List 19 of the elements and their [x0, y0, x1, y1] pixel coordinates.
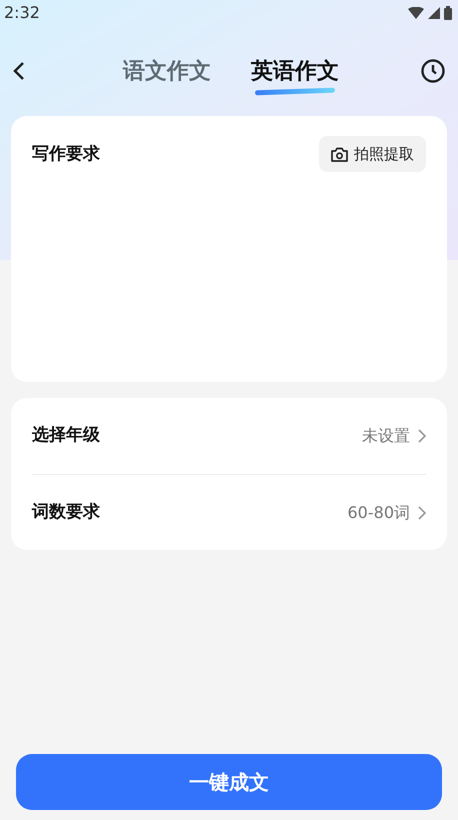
row-label: 词数要求 — [32, 500, 100, 524]
generate-button[interactable]: 一键成文 — [16, 754, 442, 810]
tab[interactable]: 英语作文 — [251, 44, 339, 98]
row-label: 选择年级 — [32, 424, 100, 448]
battery-icon — [444, 6, 452, 20]
row-value: 未设置 — [362, 425, 410, 447]
photo-extract-button[interactable]: 拍照提取 — [319, 136, 426, 172]
status-time: 2:32 — [4, 2, 40, 24]
history-icon[interactable] — [420, 58, 446, 84]
signal-icon — [428, 7, 440, 19]
chevron-right-icon — [418, 429, 426, 443]
chevron-right-icon — [418, 506, 426, 520]
settings-row[interactable]: 选择年级 未设置 — [32, 398, 426, 474]
card-title: 写作要求 — [32, 143, 100, 166]
wifi-icon — [408, 7, 424, 19]
tab[interactable]: 语文作文 — [123, 44, 211, 98]
camera-icon — [331, 146, 348, 162]
settings-row[interactable]: 词数要求 60-80词 — [32, 474, 426, 550]
row-value: 60-80词 — [348, 502, 410, 524]
